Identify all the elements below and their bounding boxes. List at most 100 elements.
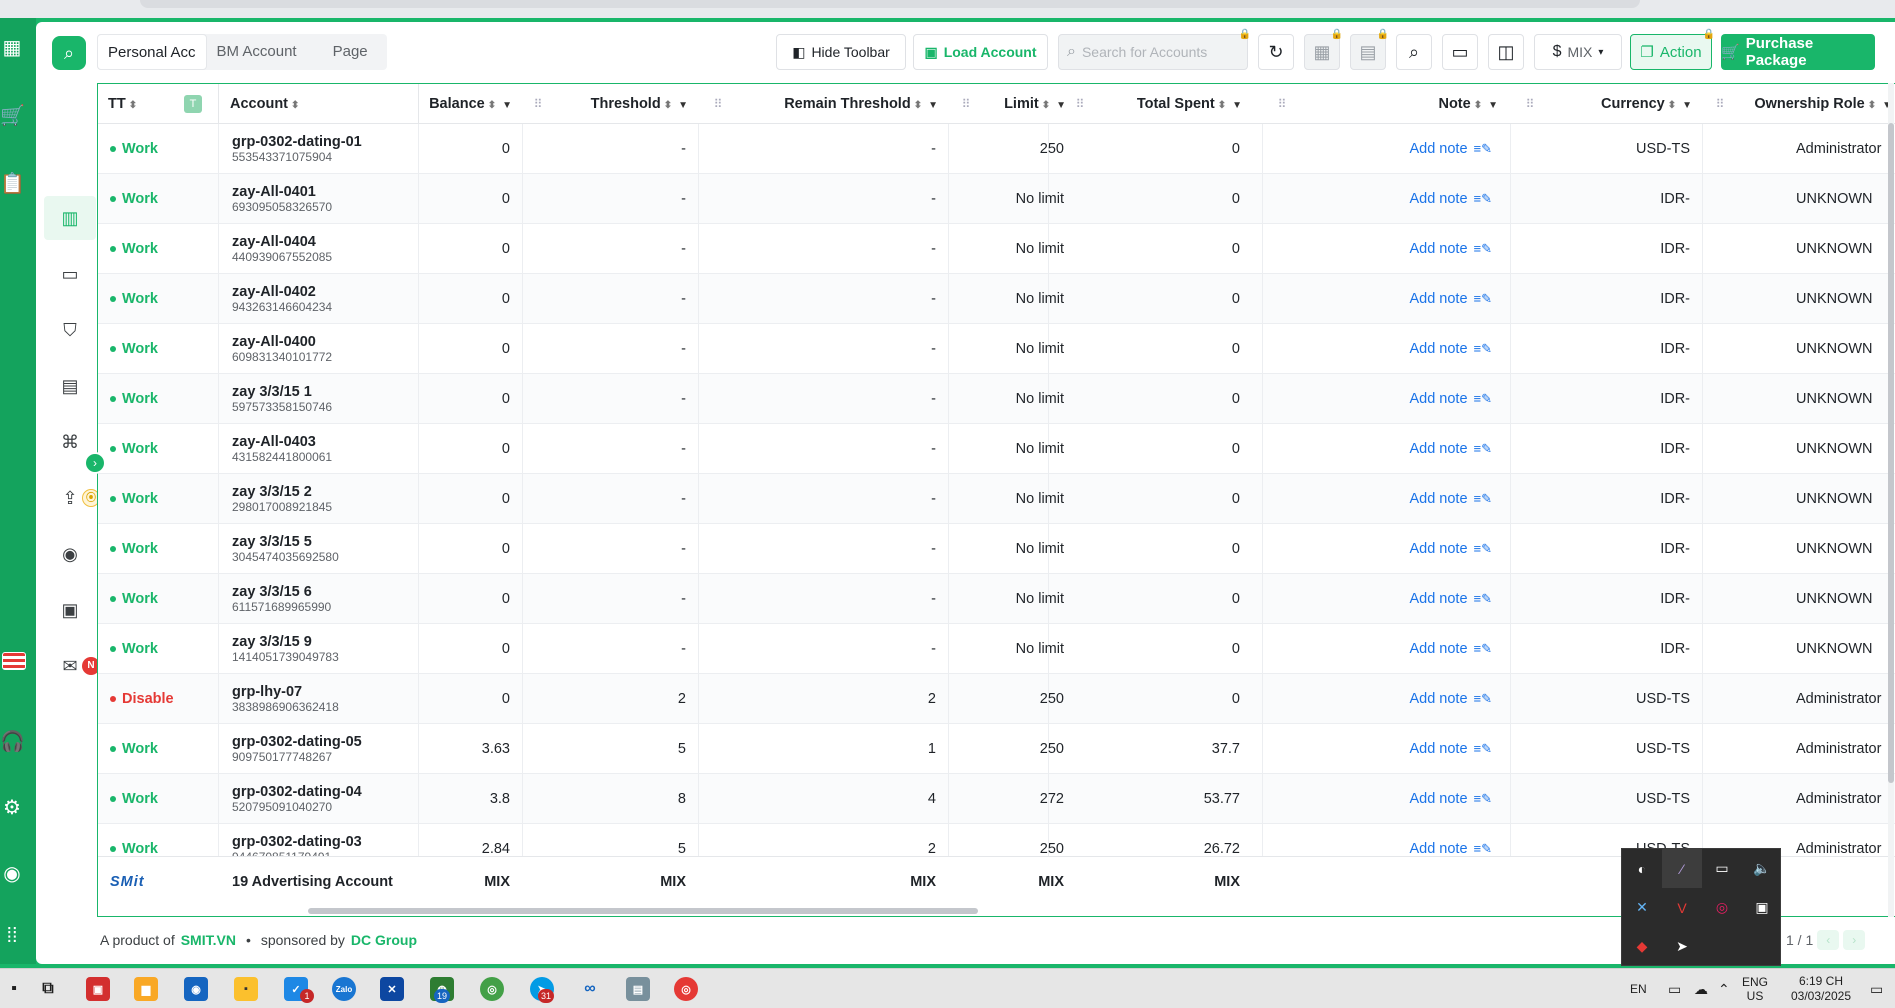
tray-v-icon[interactable]: V	[1662, 888, 1702, 927]
table-row[interactable]: Work zay 3/3/15 5 3045474035692580 0 - - No li…	[98, 524, 1895, 574]
dropdown-icon[interactable]: ▼	[928, 100, 938, 111]
next-page-button[interactable]: ›	[1843, 930, 1866, 950]
table-row[interactable]: Work grp-0302-dating-04 520795091040270 3.8…	[98, 774, 1895, 824]
table-row[interactable]: Work zay-All-0403 431582441800061 0 - - No lim…	[98, 424, 1895, 474]
col-threshold[interactable]: Threshold ⬍ ▼	[548, 84, 698, 124]
footer-brand-link[interactable]: SMIT.VN	[181, 932, 236, 948]
tray-telegram-icon[interactable]: ➤	[1662, 927, 1702, 966]
account-cell[interactable]: zay 3/3/15 5 3045474035692580	[220, 524, 418, 574]
language-flag-icon[interactable]	[2, 652, 26, 670]
sidebar-shield-icon[interactable]: ⛉	[44, 308, 96, 352]
table-row[interactable]: Work zay 3/3/15 9 1414051739049783 0 - - No li…	[98, 624, 1895, 674]
add-note-link[interactable]: Add note ≡✎	[1409, 141, 1492, 157]
cart-icon[interactable]: 🛒	[0, 104, 25, 128]
app-blue-icon[interactable]: ◉	[184, 977, 208, 1001]
action-button[interactable]: ❐ Action 🔒	[1630, 29, 1715, 70]
calendar-button[interactable]: ▦ 🔒	[1304, 29, 1343, 70]
dropdown-icon[interactable]: ▼	[1056, 100, 1066, 111]
col-balance[interactable]: Balance ⬍ ▼	[418, 84, 522, 124]
hide-toolbar-button[interactable]: ◧ Hide Toolbar	[776, 34, 906, 70]
lang-indicator[interactable]: EN	[1630, 969, 1647, 1008]
report-button[interactable]: ▤ 🔒	[1350, 29, 1389, 70]
tray-bluetooth-icon[interactable]: ✕	[1622, 888, 1662, 927]
drag-handle-icon[interactable]: ⠿	[960, 96, 972, 112]
horizontal-scroll-thumb[interactable]	[308, 908, 978, 914]
sidebar-ads-chart-icon[interactable]: ▥	[44, 196, 96, 240]
account-search-box[interactable]: ⌕ 🔒	[1058, 29, 1251, 70]
search-input[interactable]	[1081, 44, 1232, 60]
monitor-icon[interactable]: ▭	[1668, 969, 1681, 1008]
drag-handle-icon[interactable]: ⠿	[1276, 96, 1288, 112]
meta-icon[interactable]: ∞	[578, 977, 602, 1001]
col-remain-threshold[interactable]: Remain Threshold ⬍ ▼	[728, 84, 948, 124]
add-note-link[interactable]: Add note ≡✎	[1409, 441, 1492, 457]
col-total-spent[interactable]: Total Spent ⬍ ▼	[1090, 84, 1252, 124]
notification-icon[interactable]: ▭	[1870, 969, 1883, 1008]
account-cell[interactable]: zay-All-0400 609831340101772	[220, 324, 418, 374]
table-row[interactable]: Work grp-0302-dating-05 909750177748267 3.6…	[98, 724, 1895, 774]
tab-bm-account[interactable]: BM Account	[207, 34, 307, 70]
add-note-link[interactable]: Add note ≡✎	[1409, 691, 1492, 707]
chrome-icon[interactable]: ◎	[480, 977, 504, 1001]
tray-display-icon[interactable]: ▭	[1702, 849, 1742, 888]
start-icon[interactable]: ▪	[2, 977, 26, 1001]
table-row[interactable]: Work zay-All-0400 609831340101772 0 - - No lim…	[98, 324, 1895, 374]
notepad-icon[interactable]: ▤	[626, 977, 650, 1001]
table-row[interactable]: Work zay-All-0402 943263146604234 0 - - No lim…	[98, 274, 1895, 324]
add-note-link[interactable]: Add note ≡✎	[1409, 391, 1492, 407]
table-row[interactable]: Work zay 3/3/15 6 611571689965990 0 - - No lim…	[98, 574, 1895, 624]
col-ownership-role[interactable]: Ownership Role⬍▼	[1730, 84, 1895, 124]
account-cell[interactable]: zay-All-0403 431582441800061	[220, 424, 418, 474]
prev-page-button[interactable]: ‹	[1817, 930, 1840, 950]
account-cell[interactable]: grp-0302-dating-04 520795091040270	[220, 774, 418, 824]
account-cell[interactable]: grp-0302-dating-03944670851179491	[220, 824, 418, 857]
user-icon[interactable]: ◉	[0, 862, 24, 886]
col-note[interactable]: Note ⬍ ▼	[1292, 84, 1508, 124]
tab-personal-acc[interactable]: Personal Acc	[97, 34, 207, 70]
drag-handle-icon[interactable]: ⠿	[1714, 96, 1726, 112]
clock[interactable]: 6:19 CH 03/03/2025	[1778, 969, 1864, 1008]
tray-anydesk-icon[interactable]: ◆	[1622, 927, 1662, 966]
add-note-link[interactable]: Add note ≡✎	[1409, 191, 1492, 207]
task-view-icon[interactable]: ⧉	[36, 977, 60, 1001]
col-account[interactable]: Account ⬍	[220, 84, 418, 124]
account-cell[interactable]: grp-0302-dating-05 909750177748267	[220, 724, 418, 774]
cloud-icon[interactable]: ☁	[1694, 969, 1708, 1008]
chevron-up-icon[interactable]: ⌃	[1718, 969, 1730, 1008]
clipboard-icon[interactable]: 📋	[0, 172, 25, 196]
dropdown-icon[interactable]: ▼	[678, 100, 688, 111]
col-limit[interactable]: Limit ⬍ ▼	[976, 84, 1076, 124]
sticky-notes-icon[interactable]: ▪	[234, 977, 258, 1001]
account-cell[interactable]: grp-0302-dating-01 553543371075904	[220, 124, 418, 174]
apps-grid-icon[interactable]: ⁞⁞	[0, 924, 24, 948]
dashboard-icon[interactable]: ▦	[0, 36, 24, 60]
app-x-icon[interactable]: ✕	[380, 977, 404, 1001]
account-cell[interactable]: zay 3/3/15 2 298017008921845	[220, 474, 418, 524]
add-note-link[interactable]: Add note ≡✎	[1409, 541, 1492, 557]
sidebar-expand-button[interactable]: ›	[84, 452, 106, 474]
headset-icon[interactable]: 🎧	[0, 730, 25, 754]
sidebar-add-card-icon[interactable]: ▭	[44, 252, 96, 296]
tray-speaker-icon[interactable]: 🔈	[1742, 849, 1782, 888]
sidebar-record-icon[interactable]: ◉	[44, 532, 96, 576]
table-row[interactable]: Disable grp-lhy-07 3838986906362418 0 2 2 250 0…	[98, 674, 1895, 724]
add-note-link[interactable]: Add note ≡✎	[1409, 291, 1492, 307]
app-red-icon[interactable]: ◎	[674, 977, 698, 1001]
table-row[interactable]: Work zay-All-0401 693095058326570 0 - - No lim…	[98, 174, 1895, 224]
app-presentation-icon[interactable]: ▣	[86, 977, 110, 1001]
add-note-link[interactable]: Add note ≡✎	[1409, 591, 1492, 607]
add-note-link[interactable]: Add note ≡✎	[1409, 841, 1492, 856]
vertical-scroll-thumb[interactable]	[1888, 123, 1894, 783]
dropdown-icon[interactable]: ▼	[502, 100, 512, 111]
account-cell[interactable]: zay 3/3/15 6 611571689965990	[220, 574, 418, 624]
dropdown-icon[interactable]: ▼	[1488, 100, 1498, 111]
table-row[interactable]: Work zay-All-0404 440939067552085 0 - - No lim…	[98, 224, 1895, 274]
table-row[interactable]: Work grp-0302-dating-01 553543371075904 0 - -…	[98, 124, 1895, 174]
account-cell[interactable]: grp-lhy-07 3838986906362418	[220, 674, 418, 724]
table-row[interactable]: Work zay 3/3/15 1 597573358150746 0 - - No lim…	[98, 374, 1895, 424]
vertical-scrollbar[interactable]	[1888, 83, 1894, 917]
footer-sponsor-link[interactable]: DC Group	[351, 932, 417, 948]
tray-record-icon[interactable]: ◎	[1702, 888, 1742, 927]
dropdown-icon[interactable]: ▼	[1232, 100, 1242, 111]
add-note-link[interactable]: Add note ≡✎	[1409, 641, 1492, 657]
